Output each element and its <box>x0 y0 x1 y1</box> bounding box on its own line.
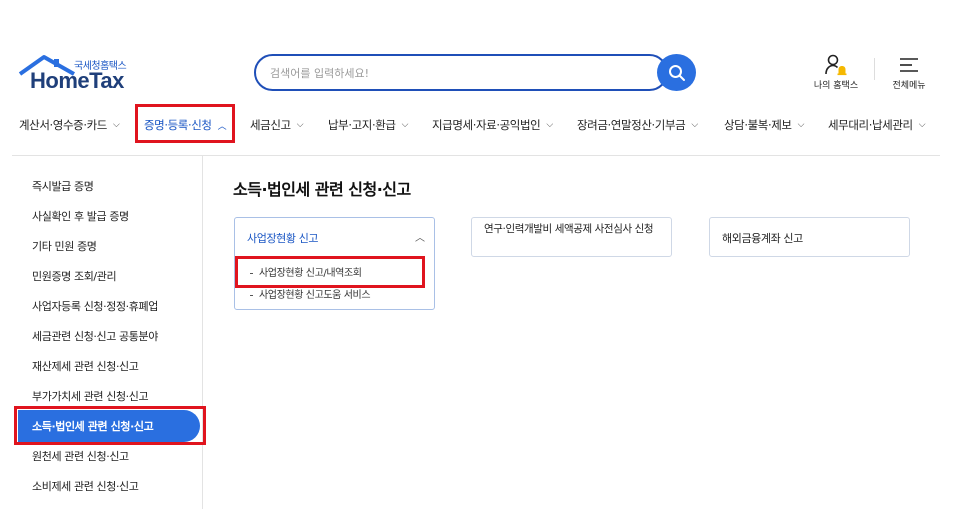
sidebar-item[interactable]: 원천세 관련 신청·신고 <box>18 441 200 471</box>
search-button[interactable] <box>657 54 696 91</box>
gnb-item-label: 납부·고지·환급 <box>328 118 396 132</box>
divider <box>874 58 875 80</box>
sidebar-item[interactable]: 즉시발급 증명 <box>18 171 200 201</box>
sidebar-item[interactable]: 세금관련 신청·신고 공통분야 <box>18 321 200 351</box>
gnb-item-incentive-yearend[interactable]: 장려금·연말정산·기부금 ⌵ <box>577 104 698 146</box>
search-input[interactable] <box>270 63 630 83</box>
gnb-item-tax-return[interactable]: 세금신고 ⌵ <box>250 104 304 146</box>
search-icon <box>668 64 685 81</box>
gnb-item-label: 지급명세·자료·공익법인 <box>432 118 541 132</box>
card-title: 연구·인력개발비 세액공제 사전심사 신청 <box>484 223 654 235</box>
card-title-button[interactable]: 사업장현황 신고 <box>247 230 319 246</box>
highlight-box-sublink <box>235 256 425 288</box>
chevron-down-icon: ⌵ <box>797 120 805 130</box>
gnb-item-label: 세무대리·납세관리 <box>828 118 913 132</box>
sub-link-label: 사업장현황 신고도움 서비스 <box>259 290 371 301</box>
card-title: 해외금융계좌 신고 <box>722 232 803 245</box>
sidebar-item[interactable]: 사업자등록 신청·정정·휴폐업 <box>18 291 200 321</box>
gnb-item-consulting-appeal[interactable]: 상담·불복·제보 ⌵ <box>724 104 804 146</box>
menu-card-rnd-credit[interactable]: 연구·인력개발비 세액공제 사전심사 신청 <box>471 217 672 257</box>
hometax-logo[interactable]: 국세청홈택스 HomeTax <box>18 54 138 94</box>
chevron-down-icon: ⌵ <box>401 120 409 130</box>
my-hometax-label: 나의 홈택스 <box>813 81 859 91</box>
user-bell-icon <box>825 54 847 76</box>
search-box <box>254 54 668 91</box>
chevron-down-icon: ⌵ <box>296 120 304 130</box>
logo-wordmark: HomeTax <box>30 68 124 93</box>
gnb-item-invoice-receipt-card[interactable]: 계산서·영수증·카드 ⌵ <box>19 104 120 146</box>
sidebar-item[interactable]: 재산제세 관련 신청·신고 <box>18 351 200 381</box>
menu-icon <box>900 58 918 72</box>
all-menu-label: 전체메뉴 <box>892 81 926 91</box>
sidebar-item[interactable]: 민원증명 조회/관리 <box>18 261 200 291</box>
sub-link-report-help[interactable]: 사업장현황 신고도움 서비스 <box>250 286 371 301</box>
chevron-down-icon: ⌵ <box>546 120 553 130</box>
chevron-down-icon: ⌵ <box>112 120 120 130</box>
chevron-down-icon: ⌵ <box>691 120 698 130</box>
sidebar-item[interactable]: 소비제세 관련 신청·신고 <box>18 471 200 501</box>
all-menu-button[interactable]: 전체메뉴 <box>884 52 934 91</box>
bullet-icon <box>250 294 253 296</box>
sidebar-item[interactable]: 사실확인 후 발급 증명 <box>18 201 200 231</box>
gnb-item-label: 장려금·연말정산·기부금 <box>577 118 686 132</box>
page-title: 소득·법인세 관련 신청·신고 <box>233 180 411 199</box>
gnb-item-payment-statement[interactable]: 지급명세·자료·공익법인 ⌵ <box>432 104 553 146</box>
highlight-box-sidebar <box>14 406 206 445</box>
gnb-item-tax-agent[interactable]: 세무대리·납세관리 ⌵ <box>828 104 926 146</box>
sidebar-item[interactable]: 기타 민원 증명 <box>18 231 200 261</box>
my-hometax-button[interactable]: 나의 홈택스 <box>808 52 864 91</box>
highlight-box-gnb <box>135 104 235 143</box>
gnb-item-label: 계산서·영수증·카드 <box>19 118 107 132</box>
menu-card-overseas-account[interactable]: 해외금융계좌 신고 <box>709 217 910 257</box>
gnb-item-payment-notice-refund[interactable]: 납부·고지·환급 ⌵ <box>328 104 408 146</box>
chevron-up-icon[interactable]: ︿ <box>415 229 425 244</box>
gnb-item-label: 세금신고 <box>250 118 291 132</box>
chevron-down-icon: ⌵ <box>918 120 926 130</box>
sidebar: 즉시발급 증명 사실확인 후 발급 증명 기타 민원 증명 민원증명 조회/관리… <box>12 156 203 509</box>
gnb-item-label: 상담·불복·제보 <box>724 118 792 132</box>
